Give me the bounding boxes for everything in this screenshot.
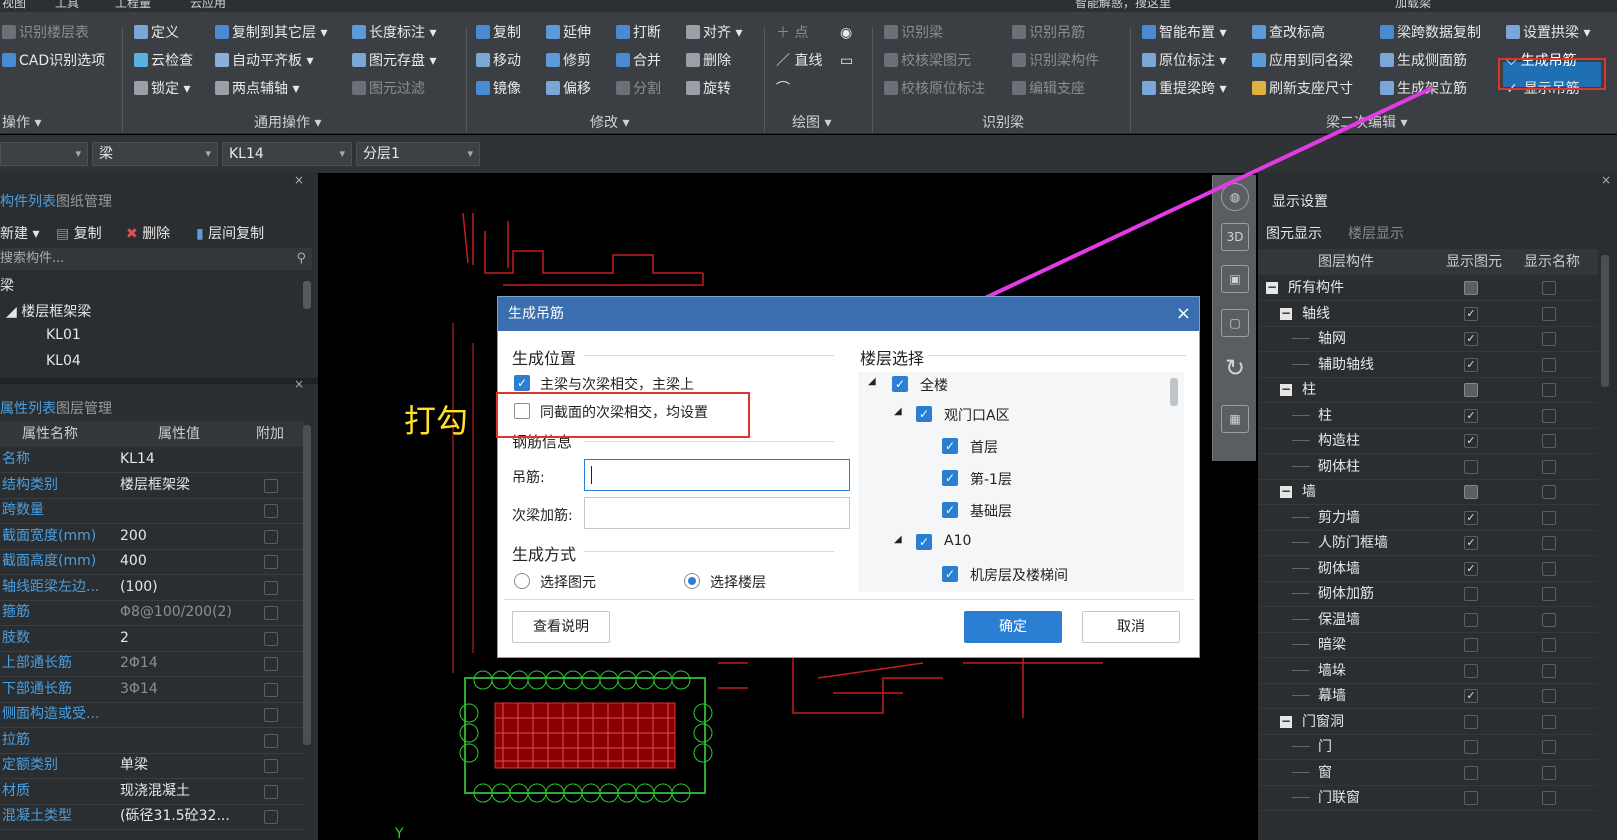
floor-checkbox-4[interactable]: ✓ [942,566,958,582]
mode-select-floor-radio[interactable] [684,573,700,589]
opt-main-beam-checkbox[interactable]: ✓ [514,375,530,391]
divider [584,551,834,552]
divider [928,355,1186,356]
dialog-title: 生成吊筋 × [498,297,1199,331]
cancel-button[interactable]: 取消 [1082,611,1180,643]
hanger-label: 吊筋: [512,470,545,486]
secondary-rebar-label: 次梁加筋: [512,508,573,524]
collapse-icon[interactable]: ◢ [868,376,876,387]
floor-1-label: 首层 [970,440,998,456]
opt-main-beam-label: 主梁与次梁相交，主梁上 [540,377,694,393]
divider [584,441,834,442]
mode-select-floor-label: 选择楼层 [710,575,766,591]
position-label: 生成位置 [512,349,577,368]
floor-checkbox-1[interactable]: ✓ [942,438,958,454]
secondary-rebar-input[interactable] [584,497,850,529]
floor-zone-label: 观门口A区 [944,408,1010,424]
close-icon[interactable]: × [1176,297,1191,331]
mode-label: 生成方式 [512,545,577,564]
divider [584,355,834,356]
floor-tree: ◢ ✓ 全楼 ◢ ✓ 观门口A区 ✓ 首层 ✓ 第-1层 ✓ 基础层 ◢ ✓ A… [858,372,1184,592]
collapse-icon[interactable]: ◢ [894,534,902,545]
ok-button[interactable]: 确定 [964,611,1062,643]
floor-checkbox-2[interactable]: ✓ [942,470,958,486]
mode-select-element-label: 选择图元 [540,575,596,591]
floor-checkbox-all[interactable]: ✓ [892,376,908,392]
floor-checkbox-3[interactable]: ✓ [942,502,958,518]
view-help-button[interactable]: 查看说明 [512,611,610,643]
annotation-text: 打勾 [404,402,469,440]
floor-checkbox-zone[interactable]: ✓ [916,406,932,422]
collapse-icon[interactable]: ◢ [894,406,902,417]
floor-3-label: 基础层 [970,504,1012,520]
hanger-input[interactable] [584,459,850,491]
divider [504,599,1194,600]
floor-a10-label: A10 [944,533,972,549]
floor-all-label: 全楼 [920,378,948,394]
mode-select-element-radio[interactable] [514,573,530,589]
floor-checkbox-a10[interactable]: ✓ [916,534,932,550]
floor-select-label: 楼层选择 [860,349,925,368]
floor-4-label: 机房层及楼梯间 [970,568,1068,584]
highlight-box [496,392,750,438]
scrollbar[interactable] [1170,378,1178,406]
floor-2-label: 第-1层 [970,472,1012,488]
